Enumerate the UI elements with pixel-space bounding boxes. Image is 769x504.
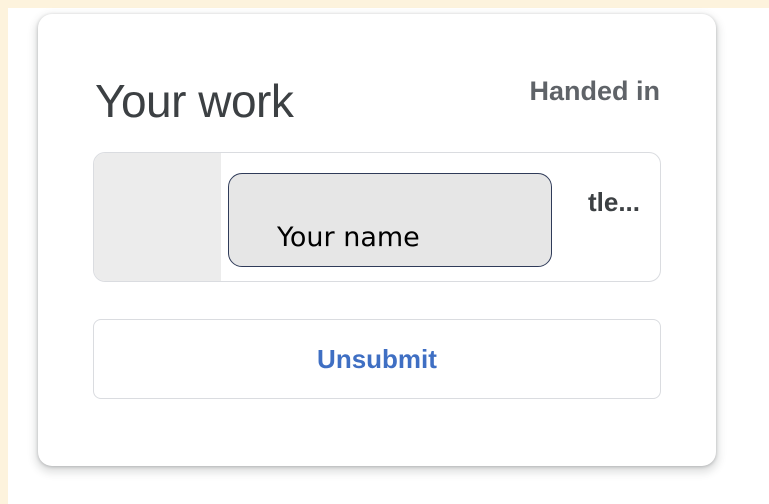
page-frame-left <box>0 0 8 504</box>
card-title: Your work <box>95 75 294 127</box>
attachment-thumbnail <box>94 153 221 281</box>
redaction-label: Your name <box>277 222 420 253</box>
unsubmit-button[interactable]: Unsubmit <box>93 319 661 399</box>
status-label: Handed in <box>529 76 660 106</box>
page-frame-top <box>0 0 769 8</box>
name-redaction-box: Your name <box>228 173 552 267</box>
